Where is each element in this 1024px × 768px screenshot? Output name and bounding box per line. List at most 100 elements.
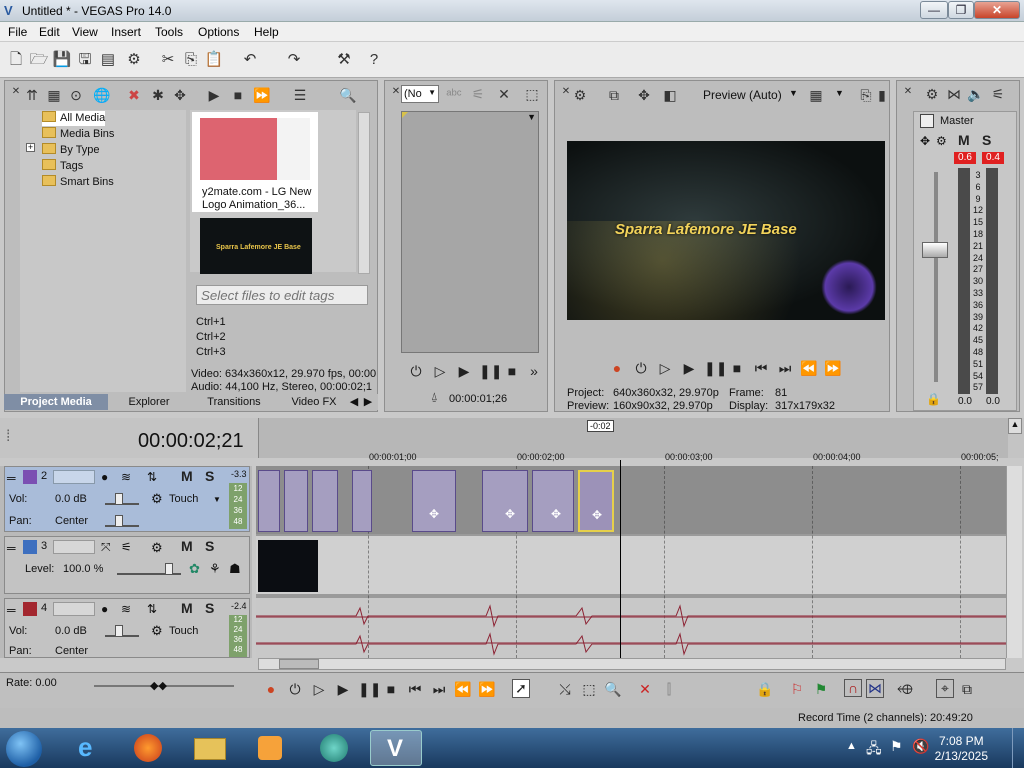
- level-slider[interactable]: [117, 563, 181, 575]
- master-fader-knob[interactable]: [922, 242, 948, 258]
- scroll-up-icon[interactable]: ▲: [1008, 418, 1022, 434]
- auto-ripple-icon[interactable]: ⬲: [896, 681, 914, 698]
- track-solo-button[interactable]: S: [205, 538, 214, 554]
- volume-muted-icon[interactable]: 🔇: [912, 738, 929, 755]
- tab-video-fx[interactable]: Video FX: [282, 394, 346, 410]
- media-fx-icon[interactable]: ✱: [149, 86, 167, 104]
- new-project-icon[interactable]: 🗋: [6, 50, 26, 70]
- audio-clip[interactable]: [258, 470, 280, 532]
- pan-slider-knob[interactable]: [115, 515, 123, 527]
- track-fx-icon[interactable]: ⇅: [147, 602, 157, 616]
- automation-gear-icon[interactable]: ⚙: [151, 623, 163, 639]
- video-fx-icon[interactable]: ⚟: [121, 540, 132, 554]
- master-fx-icon[interactable]: ⚙: [936, 134, 947, 148]
- overlays-grid-icon[interactable]: ▦: [807, 86, 825, 104]
- rate-slider[interactable]: ◆◆: [94, 680, 234, 692]
- selection-tool-icon[interactable]: ⬚: [580, 681, 598, 698]
- loop-icon[interactable]: ⏻: [286, 681, 304, 698]
- record-icon[interactable]: ●: [262, 681, 280, 697]
- go-to-end-icon[interactable]: ⏭: [776, 360, 794, 377]
- tree-item-tags[interactable]: Tags: [42, 159, 83, 174]
- mixer-properties-icon[interactable]: ⚙: [923, 85, 941, 103]
- track-mute-button[interactable]: M: [181, 600, 193, 616]
- split-screen-icon[interactable]: ✥: [635, 86, 653, 104]
- insert-region-icon[interactable]: ⚑: [812, 681, 830, 698]
- play-icon[interactable]: ▶: [334, 681, 352, 698]
- mixer-view-icon[interactable]: ⚟: [989, 85, 1007, 103]
- get-media-icon[interactable]: ⊙: [67, 86, 85, 104]
- thumbnail-lg-logo[interactable]: y2mate.com - LG New Logo Animation_36...: [192, 112, 318, 212]
- menu-edit[interactable]: Edit: [39, 25, 60, 39]
- search-icon[interactable]: 🔍: [339, 86, 357, 104]
- menu-insert[interactable]: Insert: [111, 25, 141, 39]
- play-from-start-icon[interactable]: ▷: [431, 363, 449, 380]
- mask-icon[interactable]: ☗: [229, 561, 241, 577]
- external-monitor-icon[interactable]: ⧉: [605, 86, 623, 104]
- time-ruler[interactable]: -0:02 00:00:01;00 00:00:02;00 00:00:03;0…: [258, 418, 1008, 462]
- ignore-event-grouping-icon[interactable]: ⧉: [958, 681, 976, 698]
- taskbar-app-icon[interactable]: [306, 730, 358, 766]
- track-mute-button[interactable]: M: [181, 538, 193, 554]
- automation-gear-icon[interactable]: ⚙: [151, 491, 163, 507]
- tab-transitions[interactable]: Transitions: [192, 394, 276, 410]
- views-icon[interactable]: ☰: [291, 86, 309, 104]
- stop-icon[interactable]: ■: [229, 86, 247, 104]
- loop-icon[interactable]: ⏻: [632, 360, 650, 377]
- trimmer-options-icon[interactable]: ⬚: [523, 85, 541, 103]
- what-is-this-icon[interactable]: ⚒: [334, 50, 354, 70]
- track-solo-button[interactable]: S: [205, 600, 214, 616]
- tab-scroll-right-icon[interactable]: ▶: [362, 394, 374, 410]
- taskbar-firefox-icon[interactable]: [122, 730, 174, 766]
- play-from-start-icon[interactable]: ▷: [656, 360, 674, 377]
- previous-frame-icon[interactable]: ⏪: [800, 360, 818, 377]
- audio-clip-selected[interactable]: ✥: [578, 470, 614, 532]
- pause-icon[interactable]: ❚❚: [479, 363, 502, 380]
- vertical-scrollbar[interactable]: [1006, 466, 1022, 658]
- track-collapse-icon[interactable]: ═: [7, 541, 16, 555]
- horizontal-scrollbar[interactable]: [258, 658, 1006, 670]
- preview-properties-icon[interactable]: ⚙: [571, 86, 589, 104]
- close-button[interactable]: ✕: [974, 1, 1020, 19]
- video-preview-screen[interactable]: Sparra Lafemore JE Base: [567, 141, 885, 320]
- tab-project-media[interactable]: Project Media: [4, 394, 108, 410]
- dim-output-icon[interactable]: 🔈: [967, 85, 985, 103]
- taskbar-media-player-icon[interactable]: [244, 730, 296, 766]
- zoom-tool-icon[interactable]: 🔍: [604, 681, 622, 698]
- loop-icon[interactable]: ⏻: [407, 363, 425, 380]
- playhead-cursor[interactable]: [620, 460, 621, 658]
- vol-slider[interactable]: [105, 493, 139, 505]
- minimize-button[interactable]: —: [920, 1, 948, 19]
- track-fx-icon[interactable]: ⇅: [147, 470, 157, 484]
- action-center-flag-icon[interactable]: ⚑: [890, 738, 903, 755]
- show-desktop-button[interactable]: [1012, 728, 1024, 768]
- go-to-end-icon[interactable]: ⏭: [430, 681, 448, 698]
- scroll-thumb[interactable]: [279, 659, 319, 669]
- rate-slider-knob-icon[interactable]: ◆◆: [150, 679, 167, 692]
- level-slider-knob[interactable]: [165, 563, 173, 575]
- tree-item-smart-bins[interactable]: Smart Bins: [42, 175, 114, 190]
- envelope-tool-icon[interactable]: ⤯: [556, 681, 574, 698]
- pan-slider[interactable]: [105, 515, 139, 527]
- track-header-3[interactable]: ═ 3 ⤧ ⚟ ⚙ M S Level: 100.0 % ✿ ⚘ ☗: [4, 536, 250, 594]
- compositing-gear-icon[interactable]: ⚙: [151, 540, 163, 556]
- split-icon[interactable]: ✥: [171, 86, 189, 104]
- play-from-start-icon[interactable]: ▷: [310, 681, 328, 698]
- pause-icon[interactable]: ❚❚: [358, 681, 381, 698]
- audio-clip[interactable]: ✥: [412, 470, 456, 532]
- invert-phase-icon[interactable]: ≋: [121, 602, 131, 616]
- fx-icon[interactable]: ✥: [920, 134, 930, 148]
- pause-icon[interactable]: ❚❚: [704, 360, 727, 377]
- delete-icon[interactable]: ✕: [495, 85, 513, 103]
- insert-marker-icon[interactable]: ⚐: [788, 681, 806, 698]
- start-button-icon[interactable]: [6, 731, 42, 767]
- fast-forward-icon[interactable]: »: [525, 363, 543, 379]
- audio-clip[interactable]: [352, 470, 372, 532]
- taskbar-vegas-icon[interactable]: V: [370, 730, 422, 766]
- tree-item-all-media[interactable]: All Media: [42, 111, 106, 126]
- invert-phase-icon[interactable]: ≋: [121, 470, 131, 484]
- panel-close-icon[interactable]: ✕: [899, 83, 917, 101]
- taskbar-internet-explorer-icon[interactable]: e: [64, 730, 116, 766]
- remove-media-icon[interactable]: ✖: [125, 86, 143, 104]
- network-icon[interactable]: 🖧: [866, 738, 882, 762]
- track-name-field[interactable]: [53, 602, 95, 616]
